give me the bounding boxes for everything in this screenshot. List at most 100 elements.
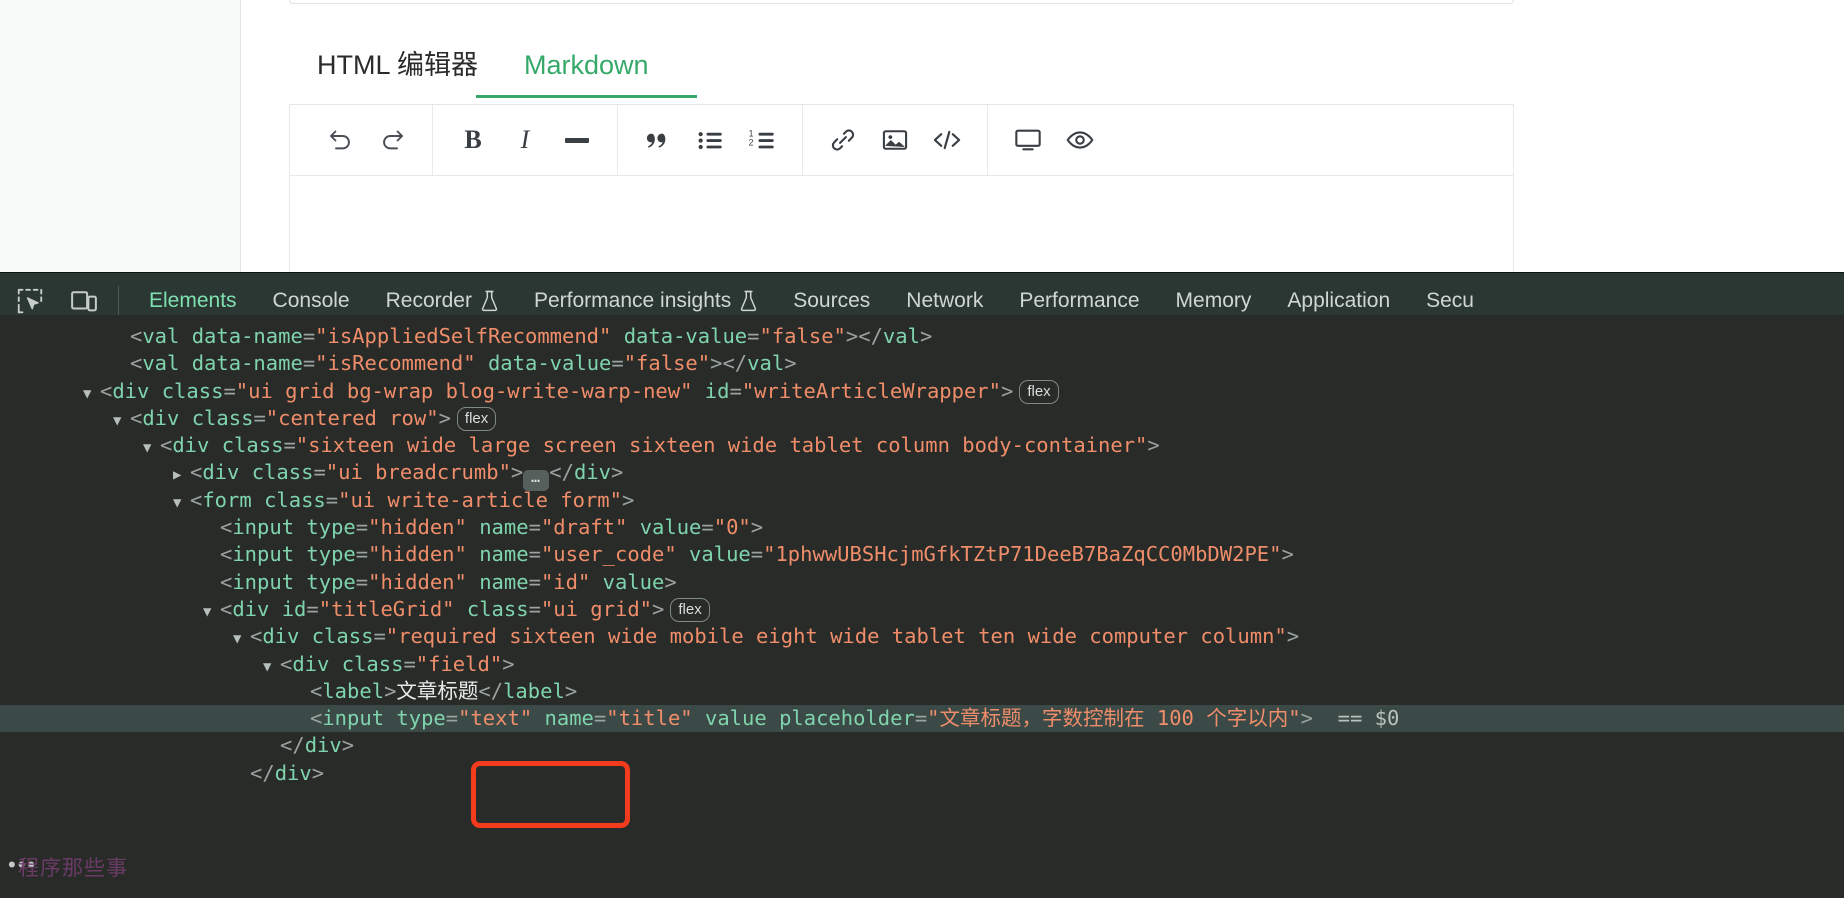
link-icon[interactable] — [817, 118, 869, 162]
dom-token-punct: = — [356, 515, 368, 539]
dom-token-attr: type — [396, 706, 445, 730]
dom-token-punct: > — [1147, 433, 1159, 457]
dom-token-punct — [149, 379, 161, 403]
dom-token-punct: = — [915, 706, 927, 730]
dom-line[interactable]: ▼<div id="titleGrid" class="ui grid">fle… — [0, 596, 1844, 623]
dom-token-punct: = — [403, 652, 415, 676]
dom-line[interactable]: <val data-name="isRecommend" data-value=… — [0, 350, 1844, 377]
dom-token-punct — [590, 570, 602, 594]
expand-triangle-closed-icon[interactable]: ▶ — [173, 462, 189, 489]
dom-token-punct: < — [100, 379, 112, 403]
editor-mode-tabs: HTML 编辑器 Markdown — [289, 43, 1514, 105]
dom-token-punct: < — [310, 706, 322, 730]
preview-icon[interactable] — [1054, 118, 1106, 162]
dom-line[interactable]: </div> — [0, 732, 1844, 759]
expand-triangle-open-icon[interactable]: ▼ — [233, 626, 249, 653]
dom-token-attr: class — [192, 406, 254, 430]
dom-token-val: "hidden" — [368, 570, 467, 594]
dom-line[interactable]: ▼<div class="ui grid bg-wrap blog-write-… — [0, 378, 1844, 405]
dom-token-punct: > — [664, 570, 676, 594]
dom-token-punct — [467, 542, 479, 566]
dom-token-punct: > — [565, 679, 577, 703]
expand-triangle-open-icon[interactable]: ▼ — [83, 381, 99, 408]
dom-token-punct: > — [342, 733, 354, 757]
dom-token-val: "text" — [458, 706, 532, 730]
dom-line[interactable]: ▶<div class="ui breadcrumb">…</div> — [0, 459, 1844, 486]
dom-token-val: "user_code" — [541, 542, 677, 566]
dom-token-tag: div — [305, 733, 342, 757]
ordered-list-icon[interactable]: 1 2 — [736, 118, 788, 162]
quote-icon[interactable] — [632, 118, 684, 162]
dom-token-attr: value — [705, 706, 767, 730]
flex-badge[interactable]: flex — [457, 407, 496, 431]
dom-line[interactable]: <input type="hidden" name="user_code" va… — [0, 541, 1844, 568]
code-icon[interactable] — [921, 118, 973, 162]
dom-line[interactable]: <val data-name="isAppliedSelfRecommend" … — [0, 323, 1844, 350]
dom-token-tag: div — [275, 761, 312, 785]
expand-triangle-open-icon[interactable]: ▼ — [143, 435, 159, 462]
dom-token-attr: class — [252, 460, 314, 484]
redo-icon[interactable] — [366, 118, 418, 162]
unordered-list-icon[interactable] — [684, 118, 736, 162]
dom-token-val: "false" — [759, 324, 845, 348]
experiment-flask-icon — [481, 290, 498, 312]
dom-token-punct — [329, 652, 341, 676]
dom-token-punct: > — [652, 597, 664, 621]
fullscreen-icon[interactable] — [1002, 118, 1054, 162]
dom-token-attr: data-name — [192, 351, 303, 375]
dom-token-punct — [252, 488, 264, 512]
image-icon[interactable] — [869, 118, 921, 162]
dom-token-val: "0" — [714, 515, 751, 539]
dom-line[interactable]: ▼<div class="field"> — [0, 651, 1844, 678]
tab-html-editor[interactable]: HTML 编辑器 — [317, 52, 478, 97]
flex-badge[interactable]: flex — [670, 598, 709, 622]
dom-token-val: "文章标题，字数控制在 100 个字以内" — [927, 706, 1300, 730]
dom-token-punct: < — [310, 679, 322, 703]
dom-token-tag: val — [747, 351, 784, 375]
dom-token-punct: = — [326, 488, 338, 512]
dom-token-val: "ui breadcrumb" — [326, 460, 511, 484]
italic-icon[interactable]: I — [499, 118, 551, 162]
expand-triangle-open-icon[interactable]: ▼ — [203, 599, 219, 626]
expand-triangle-open-icon[interactable]: ▼ — [113, 408, 129, 435]
dom-token-tag: div — [292, 652, 329, 676]
dom-token-punct: > — [1001, 379, 1013, 403]
dom-token-punct: < — [130, 351, 142, 375]
expand-triangle-open-icon[interactable]: ▼ — [173, 490, 189, 517]
toolbar-group-history — [290, 105, 433, 175]
dom-token-attr: class — [162, 379, 224, 403]
dom-token-punct: = — [701, 515, 713, 539]
dom-line[interactable]: ▼<div class="sixteen wide large screen s… — [0, 432, 1844, 459]
dom-line[interactable]: <input type="hidden" name="id" value> — [0, 569, 1844, 596]
dom-token-val: "draft" — [541, 515, 627, 539]
dom-token-attr: class — [342, 652, 404, 676]
dom-line[interactable]: </div> — [0, 760, 1844, 787]
dom-token-punct — [299, 624, 311, 648]
dom-line[interactable]: ▼<div class="required sixteen wide mobil… — [0, 623, 1844, 650]
dom-token-punct: < — [220, 515, 232, 539]
dom-token-punct: = — [729, 379, 741, 403]
dom-token-val: "titleGrid" — [319, 597, 455, 621]
bold-icon[interactable]: B — [447, 118, 499, 162]
dom-token-tag: form — [202, 488, 251, 512]
dom-token-val: "isAppliedSelfRecommend" — [315, 324, 611, 348]
toolbar-divider — [118, 286, 119, 316]
flex-badge[interactable]: flex — [1019, 380, 1058, 404]
tab-markdown[interactable]: Markdown — [524, 52, 649, 97]
dom-token-punct: > — [920, 324, 932, 348]
dom-line[interactable]: <label>文章标题</label> — [0, 678, 1844, 705]
dom-line[interactable]: ▼<div class="centered row">flex — [0, 405, 1844, 432]
undo-icon[interactable] — [314, 118, 366, 162]
dom-line[interactable]: <input type="hidden" name="draft" value=… — [0, 514, 1844, 541]
dom-token-punct: > — [1281, 542, 1293, 566]
expand-triangle-open-icon[interactable]: ▼ — [263, 654, 279, 681]
dom-line[interactable]: ▼<form class="ui write-article form"> — [0, 487, 1844, 514]
dom-line-selected[interactable]: <input type="text" name="title" value pl… — [0, 705, 1844, 732]
dom-token-attr: data-value — [624, 324, 747, 348]
dom-token-attr: class — [312, 624, 374, 648]
markdown-editor-area[interactable] — [289, 176, 1514, 276]
horizontal-rule-icon[interactable] — [551, 118, 603, 162]
dom-token-attr: type — [306, 570, 355, 594]
dom-tree[interactable]: <val data-name="isAppliedSelfRecommend" … — [0, 315, 1844, 894]
dom-token-val: "field" — [416, 652, 502, 676]
